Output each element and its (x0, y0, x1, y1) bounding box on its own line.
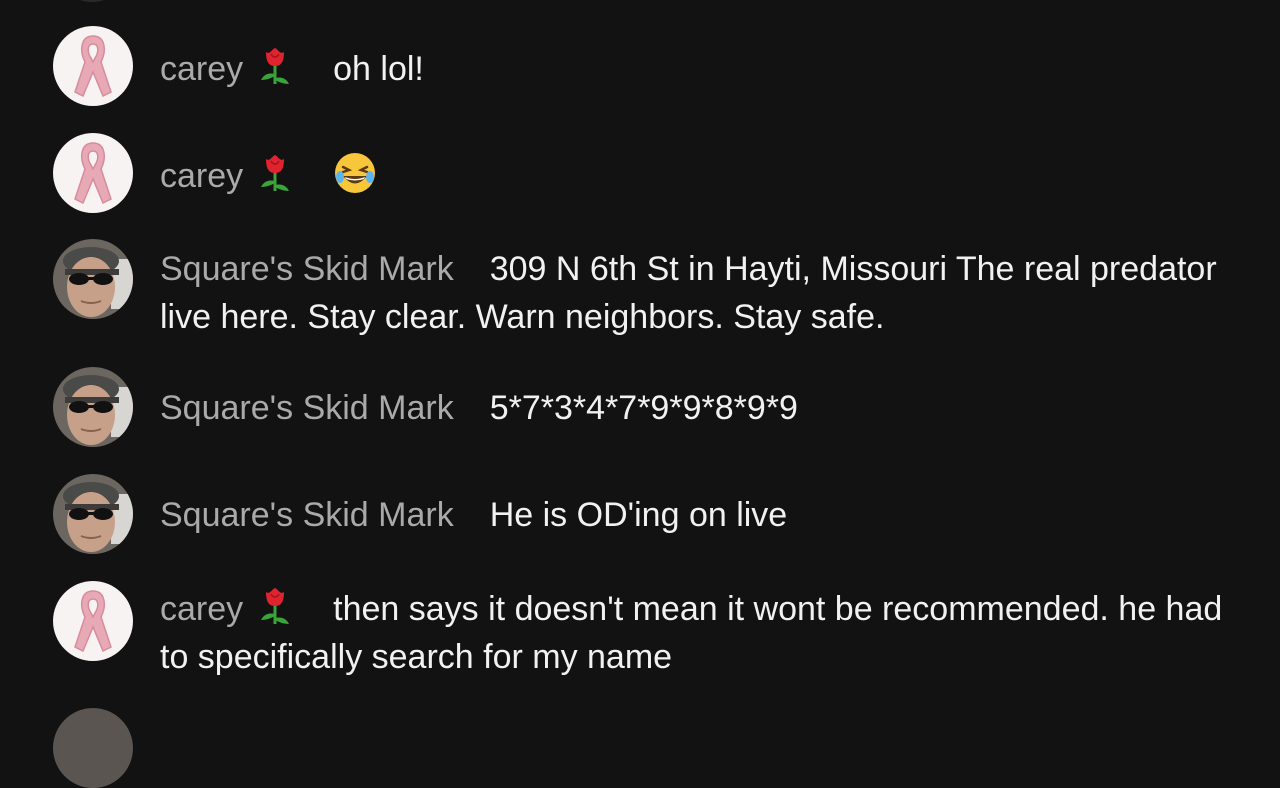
message-line: Square's Skid Mark 309 N 6th St in Hayti,… (160, 245, 1240, 341)
rose-icon (257, 46, 293, 86)
message-text: 5*7*3*4*7*9*9*8*9*9 (489, 389, 798, 427)
author-name[interactable]: carey (160, 590, 243, 628)
message-line: Square's Skid Mark He is OD'ing on live (160, 491, 1240, 539)
rose-icon (257, 153, 293, 193)
tears-of-joy-icon (333, 151, 377, 195)
message-line: carey then says it doesn't mean it wont b… (160, 585, 1240, 681)
author-name[interactable]: Square's Skid Mark (160, 250, 454, 288)
message-text: then says it doesn't mean it wont be rec… (160, 590, 1223, 676)
avatar-partial-top (72, 0, 112, 2)
author-name[interactable]: Square's Skid Mark (160, 496, 454, 534)
person-with-sunglasses-photo[interactable] (53, 239, 133, 319)
author-name[interactable]: carey (160, 157, 243, 195)
rose-icon (257, 586, 293, 626)
message-text: He is OD'ing on live (489, 496, 788, 534)
live-chat-list[interactable]: carey oh lol! carey Square's Skid Mark 309… (0, 0, 1280, 788)
pink-ribbon-icon[interactable] (53, 26, 133, 106)
author-name[interactable]: carey (160, 50, 243, 88)
pink-ribbon-icon[interactable] (53, 133, 133, 213)
message-line: carey oh lol! (160, 45, 1240, 93)
message-line: Square's Skid Mark 5*7*3*4*7*9*9*8*9*9 (160, 384, 1240, 432)
person-with-sunglasses-photo[interactable] (53, 367, 133, 447)
author-name[interactable]: Square's Skid Mark (160, 389, 454, 427)
avatar-partial-bottom (53, 708, 133, 788)
message-text: oh lol! (333, 50, 424, 88)
person-with-sunglasses-photo[interactable] (53, 474, 133, 554)
message-line: carey (160, 151, 1240, 200)
pink-ribbon-icon[interactable] (53, 581, 133, 661)
